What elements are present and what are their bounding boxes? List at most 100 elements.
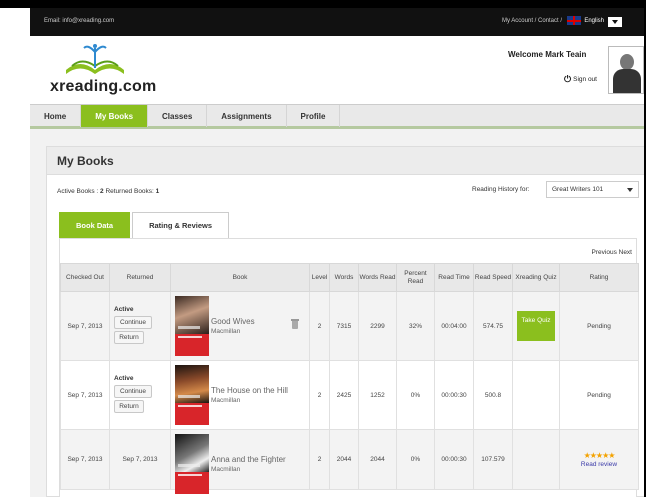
trash-icon[interactable] [291, 319, 299, 329]
col-checked-out[interactable]: Checked Out [60, 263, 110, 292]
panel-header: My Books [47, 147, 647, 175]
read-time-value: 00:04:00 [434, 291, 474, 361]
book-counts: Active Books : 2 Returned Books: 1 [57, 188, 159, 195]
book-publisher: Macmillan [211, 466, 241, 473]
returned-books-label: Returned Books: [105, 188, 154, 195]
book-publisher: Macmillan [211, 328, 241, 335]
book-cover-image[interactable] [175, 296, 209, 356]
welcome-text: Welcome Mark Teain [508, 50, 587, 59]
tab-book-data[interactable]: Book Data [59, 212, 131, 238]
col-xreading-quiz[interactable]: Xreading Quiz [512, 263, 560, 292]
book-title[interactable]: The House on the Hill [211, 386, 288, 395]
read-review-link[interactable]: Read review [560, 461, 638, 468]
percent-read-value: 32% [396, 291, 435, 361]
table-row: Sep 7, 2013 Active Continue Return [60, 291, 639, 361]
main-nav: Home My Books Classes Assignments Profil… [30, 104, 644, 129]
book-publisher: Macmillan [211, 397, 241, 404]
return-button[interactable]: Return [114, 400, 144, 413]
language-selector[interactable]: English [567, 16, 604, 25]
page-title: My Books [57, 154, 114, 168]
table-row: Sep 7, 2013 Sep 7, 2013 Anna and the Fig… [60, 429, 639, 494]
status-text: Active [114, 306, 134, 313]
avatar-body-shape [613, 69, 641, 93]
account-links[interactable]: My Account / Contact / [502, 18, 562, 24]
read-speed-value: 500.8 [473, 360, 513, 430]
power-icon: ⏻ [564, 74, 572, 84]
quiz-cell [512, 360, 560, 430]
pager-links[interactable]: Previous Next [592, 249, 632, 256]
nav-item-home[interactable]: Home [30, 105, 82, 127]
table-header-row: Checked Out Returned Book Level Words Wo… [60, 263, 639, 292]
checked-out-date: Sep 7, 2013 [60, 291, 110, 361]
checked-out-date: Sep 7, 2013 [60, 429, 110, 490]
site-header: xreading.com Welcome Mark Teain ⏻ Sign o… [30, 36, 644, 104]
nav-item-profile[interactable]: Profile [287, 105, 341, 127]
col-book[interactable]: Book [170, 263, 310, 292]
book-cover-image[interactable] [175, 434, 209, 494]
book-cell: The House on the Hill Macmillan [170, 360, 310, 430]
reading-history-label: Reading History for: [472, 186, 530, 193]
rating-stars: ★★★★★ [583, 451, 616, 460]
frame-right-edge [644, 0, 652, 497]
col-rating[interactable]: Rating [559, 263, 639, 292]
returned-cell: Active Continue Return [109, 360, 171, 430]
top-bar: Email: info@xreading.com My Account / Co… [30, 8, 644, 36]
status-text: Active [114, 375, 134, 382]
avatar[interactable] [608, 46, 644, 94]
active-books-label: Active Books : [57, 188, 99, 195]
words-read-value: 2044 [358, 429, 397, 490]
logo-text[interactable]: xreading.com [50, 78, 156, 96]
logo-book-icon[interactable] [58, 40, 132, 78]
frame-top-edge [0, 0, 652, 8]
book-cell: Good Wives Macmillan [170, 291, 310, 361]
returned-books-count: 1 [155, 188, 160, 195]
quiz-cell: Take Quiz [512, 291, 560, 361]
chevron-down-icon [612, 20, 618, 24]
col-level[interactable]: Level [309, 263, 330, 292]
col-words-read[interactable]: Words Read [358, 263, 397, 292]
reading-history-select[interactable]: Great Writers 101 [546, 181, 639, 198]
cover-title-strip [178, 395, 200, 398]
continue-button[interactable]: Continue [114, 316, 152, 329]
words-value: 2044 [329, 429, 359, 490]
col-percent-read[interactable]: Percent Read [396, 263, 435, 292]
read-time-value: 00:00:30 [434, 360, 474, 430]
col-read-time[interactable]: Read Time [434, 263, 474, 292]
uk-flag-icon [567, 16, 582, 25]
cover-title-strip [178, 464, 200, 467]
words-read-value: 1252 [358, 360, 397, 430]
rating-cell: ★★★★★ Read review [559, 429, 639, 490]
cover-line [178, 336, 202, 338]
nav-item-my-books[interactable]: My Books [81, 105, 149, 127]
contact-email[interactable]: Email: info@xreading.com [44, 18, 114, 24]
language-dropdown-button[interactable] [608, 17, 622, 27]
cover-title-strip [178, 326, 200, 329]
return-button[interactable]: Return [114, 331, 144, 344]
rating-value: Pending [559, 291, 639, 361]
avatar-head-shape [620, 54, 634, 70]
book-title[interactable]: Anna and the Fighter [211, 455, 286, 464]
col-words[interactable]: Words [329, 263, 359, 292]
nav-item-classes[interactable]: Classes [148, 105, 208, 127]
level-value: 2 [309, 291, 330, 361]
take-quiz-button[interactable]: Take Quiz [517, 311, 555, 341]
my-books-panel: My Books Active Books : 2 Returned Books… [46, 146, 648, 497]
tab-bar: Book Data Rating & Reviews [59, 212, 231, 238]
words-value: 7315 [329, 291, 359, 361]
col-returned[interactable]: Returned [109, 263, 171, 292]
book-title[interactable]: Good Wives [211, 317, 255, 326]
sign-out-link[interactable]: ⏻ Sign out [564, 74, 597, 85]
nav-item-assignments[interactable]: Assignments [207, 105, 287, 127]
book-cover-image[interactable] [175, 365, 209, 425]
checked-out-date: Sep 7, 2013 [60, 360, 110, 430]
quiz-cell [512, 429, 560, 490]
continue-button[interactable]: Continue [114, 385, 152, 398]
books-table: Checked Out Returned Book Level Words Wo… [60, 263, 639, 494]
cover-line [178, 474, 202, 476]
read-speed-value: 107.579 [473, 429, 513, 490]
tab-rating-reviews[interactable]: Rating & Reviews [132, 212, 230, 238]
cover-line [178, 405, 202, 407]
percent-read-value: 0% [396, 360, 435, 430]
read-time-value: 00:00:30 [434, 429, 474, 490]
col-read-speed[interactable]: Read Speed [473, 263, 513, 292]
